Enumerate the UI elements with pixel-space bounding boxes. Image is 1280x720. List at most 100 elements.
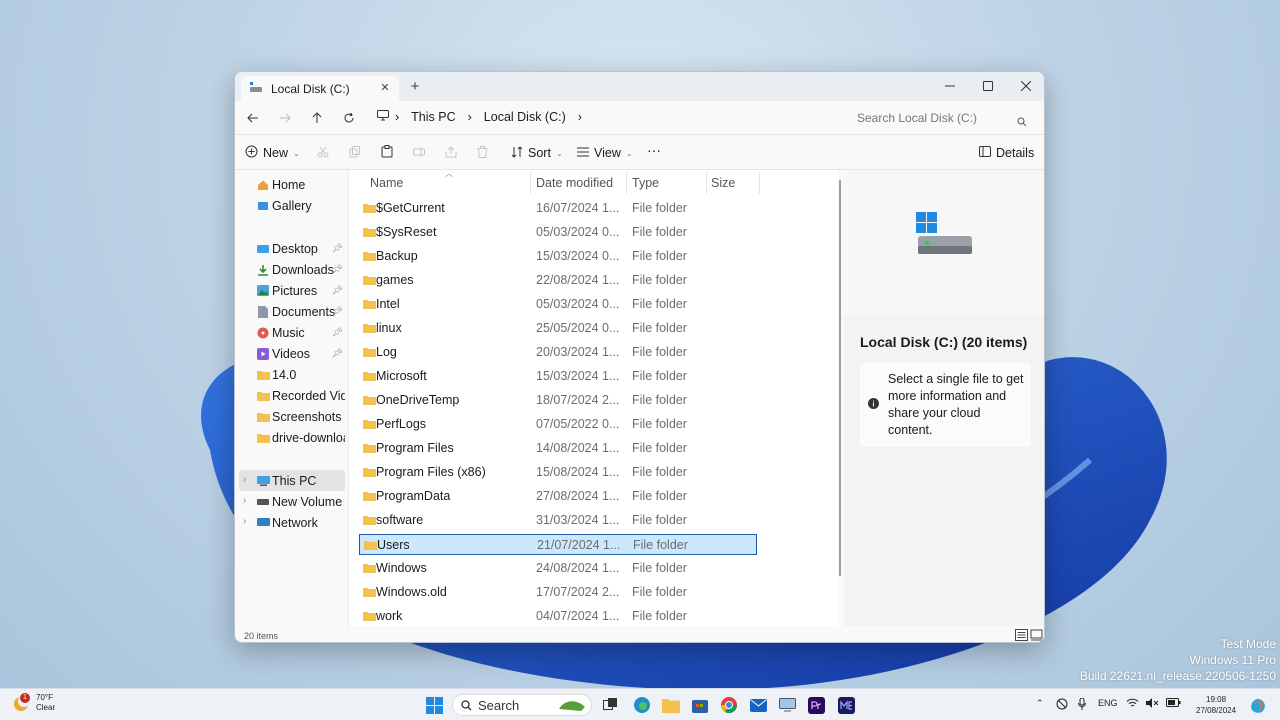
paste-button[interactable] — [381, 144, 393, 162]
monitor-icon[interactable] — [377, 110, 389, 124]
tab-title: Local Disk (C:) — [271, 81, 350, 96]
table-row[interactable]: Program Files (x86) 15/08/2024 1... File f… — [359, 462, 757, 483]
details-pane-button[interactable]: Details — [979, 144, 1034, 162]
taskbar-app-premiere[interactable] — [806, 695, 826, 715]
new-button[interactable]: New ⌄ — [245, 144, 300, 162]
close-window-button[interactable] — [1007, 72, 1044, 100]
column-divider[interactable] — [626, 172, 627, 194]
task-view-button[interactable] — [600, 695, 620, 715]
taskbar-app-remote[interactable] — [777, 695, 797, 715]
taskbar-app-store[interactable] — [690, 695, 710, 715]
column-header-size[interactable]: Size — [711, 176, 735, 194]
view-button[interactable]: View ⌄ — [577, 144, 633, 162]
forward-button[interactable] — [275, 109, 295, 127]
system-clock[interactable]: 19:08 27/08/2024 — [1196, 694, 1236, 716]
minimize-button[interactable] — [931, 72, 969, 100]
chevron-right-icon[interactable]: › — [243, 495, 246, 506]
nav-item-videos[interactable]: Videos 📌︎ — [239, 343, 345, 364]
table-row[interactable]: software 31/03/2024 1... File folder — [359, 510, 757, 531]
nav-item-desktop[interactable]: Desktop 📌︎ — [239, 238, 345, 259]
taskbar-app-file-explorer[interactable] — [661, 695, 681, 715]
up-button[interactable] — [307, 109, 327, 127]
table-row[interactable]: $GetCurrent 16/07/2024 1... File folder — [359, 198, 757, 219]
nav-item-documents[interactable]: Documents 📌︎ — [239, 301, 345, 322]
breadcrumb-this-pc[interactable]: This PC — [411, 110, 455, 124]
chevron-right-icon[interactable]: › — [395, 110, 399, 124]
chevron-right-icon[interactable]: › — [468, 110, 472, 124]
nav-item-downloads[interactable]: Downloads 📌︎ — [239, 259, 345, 280]
column-divider[interactable] — [530, 172, 531, 194]
breadcrumb-local-disk[interactable]: Local Disk (C:) — [484, 110, 566, 124]
nav-item-music[interactable]: Music 📌︎ — [239, 322, 345, 343]
nav-item-home[interactable]: Home — [239, 174, 345, 195]
maximize-button[interactable] — [969, 72, 1007, 100]
chevron-right-icon[interactable]: › — [243, 516, 246, 527]
table-row[interactable]: Microsoft 15/03/2024 1... File folder — [359, 366, 757, 387]
table-row[interactable]: Users 21/07/2024 1... File folder — [359, 534, 757, 555]
taskbar-app-media-encoder[interactable] — [836, 695, 856, 715]
taskbar-app-mail[interactable] — [748, 695, 768, 715]
table-row[interactable]: Windows 24/08/2024 1... File folder — [359, 558, 757, 579]
cut-button[interactable] — [317, 144, 329, 162]
nav-item-new-volume[interactable]: › New Volume ( — [239, 491, 345, 512]
sort-button[interactable]: Sort ⌄ — [511, 144, 563, 162]
new-tab-button[interactable]: + — [407, 78, 423, 95]
start-button[interactable] — [424, 695, 444, 715]
nav-item-recorded-videos[interactable]: Recorded Videos — [239, 385, 345, 406]
volume-muted-icon[interactable] — [1146, 698, 1159, 710]
table-row[interactable]: ProgramData 27/08/2024 1... File folder — [359, 486, 757, 507]
table-row[interactable]: linux 25/05/2024 0... File folder — [359, 318, 757, 339]
table-row[interactable]: work 04/07/2024 1... File folder — [359, 606, 757, 627]
nav-item-network[interactable]: › Network — [239, 512, 345, 533]
column-divider[interactable] — [759, 172, 760, 194]
vertical-scrollbar[interactable] — [839, 180, 841, 576]
nav-item-14-0[interactable]: 14.0 — [239, 364, 345, 385]
delete-button[interactable] — [477, 144, 488, 162]
share-button[interactable] — [445, 144, 457, 162]
nav-label: drive-download — [272, 430, 345, 445]
chevron-right-icon[interactable]: › — [578, 110, 582, 124]
details-view-toggle[interactable] — [1015, 629, 1028, 641]
refresh-button[interactable] — [339, 109, 359, 127]
weather-widget[interactable]: 1 70°F Clear — [12, 693, 55, 713]
refresh-icon — [344, 112, 354, 123]
nav-item-screenshots[interactable]: Screenshots — [239, 406, 345, 427]
column-header-type[interactable]: Type — [632, 176, 659, 194]
close-tab-button[interactable]: ✕ — [377, 80, 393, 96]
language-indicator[interactable]: ENG — [1098, 698, 1118, 708]
more-options-button[interactable]: ··· — [647, 141, 661, 159]
table-row[interactable]: OneDriveTemp 18/07/2024 2... File folder — [359, 390, 757, 411]
table-row[interactable]: games 22/08/2024 1... File folder — [359, 270, 757, 291]
microphone-icon[interactable] — [1078, 697, 1086, 712]
table-row[interactable]: $SysReset 05/03/2024 0... File folder — [359, 222, 757, 243]
computer-icon — [256, 474, 270, 488]
nav-item-gallery[interactable]: Gallery — [239, 195, 345, 216]
table-row[interactable]: PerfLogs 07/05/2022 0... File folder — [359, 414, 757, 435]
column-header-name[interactable]: Name — [370, 176, 403, 194]
battery-saver-icon[interactable] — [1056, 698, 1068, 712]
nav-item-this-pc[interactable]: › This PC — [239, 470, 345, 491]
nav-item-drive-download[interactable]: drive-download — [239, 427, 345, 448]
tiles-view-toggle[interactable] — [1030, 629, 1043, 641]
copy-button[interactable] — [349, 144, 361, 162]
table-row[interactable]: Backup 15/03/2024 0... File folder — [359, 246, 757, 267]
table-row[interactable]: Log 20/03/2024 1... File folder — [359, 342, 757, 363]
rename-button[interactable] — [413, 144, 425, 162]
taskbar-search[interactable]: Search — [452, 694, 592, 716]
nav-item-pictures[interactable]: Pictures 📌︎ — [239, 280, 345, 301]
wifi-icon[interactable] — [1126, 698, 1139, 710]
table-row[interactable]: Intel 05/03/2024 0... File folder — [359, 294, 757, 315]
column-header-date[interactable]: Date modified — [536, 176, 613, 194]
copilot-button[interactable] — [1248, 695, 1268, 715]
taskbar-app-chrome[interactable] — [719, 695, 739, 715]
tray-overflow-icon[interactable]: ⌃ — [1036, 698, 1044, 709]
table-row[interactable]: Program Files 14/08/2024 1... File folder — [359, 438, 757, 459]
back-button[interactable] — [243, 109, 263, 127]
search-input[interactable]: Search Local Disk (C:) — [847, 107, 1035, 129]
battery-icon[interactable] — [1166, 698, 1181, 709]
tab-local-disk[interactable]: Local Disk (C:) ✕ — [241, 76, 399, 101]
table-row[interactable]: Windows.old 17/07/2024 2... File folder — [359, 582, 757, 603]
taskbar-app-edge[interactable] — [632, 695, 652, 715]
chevron-right-icon[interactable]: › — [243, 474, 246, 485]
column-divider[interactable] — [706, 172, 707, 194]
